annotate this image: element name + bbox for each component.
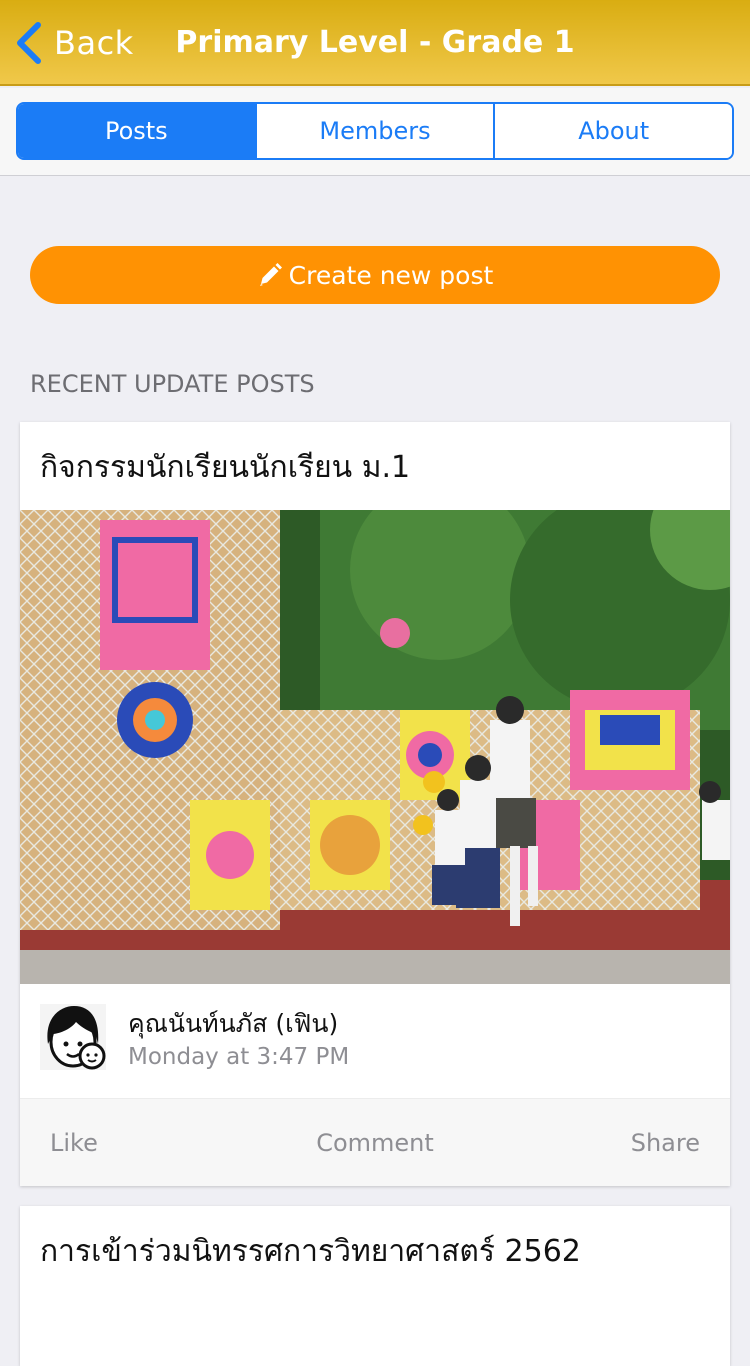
author-avatar[interactable] (40, 1004, 106, 1070)
back-label: Back (54, 24, 134, 62)
pencil-icon (259, 263, 282, 286)
tab-members[interactable]: Members (254, 104, 494, 158)
section-title: RECENT UPDATE POSTS (30, 370, 315, 398)
post-actions: Comment Like Share (20, 1098, 730, 1186)
chevron-left-icon (17, 22, 41, 64)
segment-bar: Posts Members About (0, 88, 750, 176)
post-title[interactable]: กิจกรรมนักเรียนนักเรียน ม.1 (40, 444, 710, 491)
back-button[interactable]: Back (14, 20, 134, 66)
create-post-label: Create new post (288, 260, 494, 290)
page-title: Primary Level - Grade 1 (175, 25, 575, 60)
create-post-button[interactable]: Create new post (30, 246, 720, 304)
tab-posts[interactable]: Posts (18, 104, 255, 158)
comment-button[interactable]: Comment (20, 1099, 730, 1187)
segmented-control: Posts Members About (16, 102, 734, 160)
post-photo[interactable] (20, 510, 730, 984)
share-button[interactable]: Share (631, 1099, 700, 1187)
like-button[interactable]: Like (50, 1099, 98, 1187)
parent-avatar-icon (40, 1004, 106, 1070)
post-timestamp: Monday at 3:47 PM (128, 1044, 350, 1070)
post-author[interactable]: คุณนันท์นภัส (เฟิน) (128, 1004, 338, 1044)
navigation-bar: Back Primary Level - Grade 1 (0, 0, 750, 86)
tab-about[interactable]: About (493, 104, 732, 158)
post-card[interactable]: กิจกรรมนักเรียนนักเรียน ม.1 คุณนันท์นภัส… (20, 422, 730, 1186)
post-card[interactable]: การเข้าร่วมนิทรรศการวิทยาศาสตร์ 2562 (20, 1206, 730, 1366)
post-title[interactable]: การเข้าร่วมนิทรรศการวิทยาศาสตร์ 2562 (40, 1228, 710, 1275)
